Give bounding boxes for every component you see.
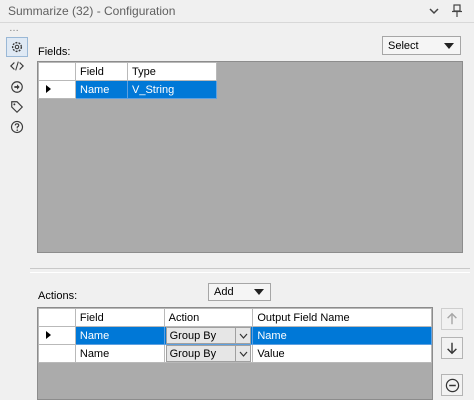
column-header-field[interactable]: Field (75, 62, 128, 81)
fields-table: Field Type Name V_String (38, 62, 217, 99)
action-combobox[interactable]: Group By (165, 345, 252, 362)
overflow-menu-dots[interactable]: … (9, 23, 20, 34)
row-pointer[interactable] (38, 326, 76, 345)
pin-icon[interactable] (449, 3, 465, 19)
sidebar-item-rename[interactable] (7, 78, 27, 96)
arrow-up-icon (447, 312, 457, 325)
sidebar-item-annotation[interactable] (7, 57, 27, 75)
row-header-corner (38, 62, 76, 81)
actions-label: Actions: (38, 290, 78, 302)
sidebar-item-tags[interactable] (7, 98, 27, 116)
table-row[interactable]: Name Group By Name (38, 326, 432, 345)
chevron-down-icon[interactable] (426, 3, 442, 19)
action-cell[interactable]: Group By (163, 326, 254, 345)
sidebar-item-help[interactable] (7, 118, 27, 136)
title-bar: Summarize (32) - Configuration (0, 0, 474, 23)
fields-header-row: Field Type (38, 62, 217, 81)
add-dropdown-label: Add (214, 286, 234, 298)
select-dropdown-label: Select (388, 40, 419, 52)
gear-icon (11, 41, 23, 53)
column-header-type[interactable]: Type (127, 62, 217, 81)
move-down-button[interactable] (441, 337, 463, 359)
actions-header-row: Field Action Output Field Name (38, 308, 432, 327)
dropdown-arrow-icon (254, 289, 264, 295)
column-header-field[interactable]: Field (74, 308, 165, 327)
actions-table: Field Action Output Field Name Name Grou… (38, 308, 432, 363)
chevron-down-icon[interactable] (235, 328, 250, 343)
row-pointer[interactable] (38, 80, 76, 99)
fields-grid[interactable]: Field Type Name V_String (37, 61, 463, 253)
action-value: Group By (169, 348, 217, 360)
table-row[interactable]: Name Group By Value (38, 344, 432, 363)
row-header-corner (38, 308, 76, 327)
tag-icon (11, 101, 24, 114)
table-row[interactable]: Name V_String (38, 80, 217, 99)
help-icon (10, 120, 24, 134)
row-pointer-icon (46, 84, 51, 93)
chevron-down-icon[interactable] (235, 346, 250, 361)
action-cell[interactable]: Group By (163, 344, 254, 363)
fields-label: Fields: (38, 46, 71, 58)
action-combobox[interactable]: Group By (165, 327, 252, 344)
type-cell[interactable]: V_String (127, 80, 217, 99)
select-dropdown[interactable]: Select (382, 36, 461, 55)
column-header-action[interactable]: Action (163, 308, 254, 327)
minus-circle-icon (445, 378, 459, 392)
arrow-down-icon (447, 342, 457, 355)
dropdown-arrow-icon (444, 43, 454, 49)
window-title: Summarize (32) - Configuration (8, 4, 176, 18)
rename-icon (11, 81, 23, 93)
column-header-output-field-name[interactable]: Output Field Name (252, 308, 432, 327)
move-up-button[interactable] (441, 308, 463, 330)
action-value: Group By (169, 330, 217, 342)
output-field-name-cell[interactable]: Name (252, 326, 432, 345)
row-pointer-icon (46, 330, 51, 339)
add-dropdown[interactable]: Add (208, 283, 271, 301)
actions-grid[interactable]: Field Action Output Field Name Name Grou… (37, 307, 433, 400)
row-header[interactable] (38, 344, 76, 363)
code-icon (10, 61, 24, 71)
panel-splitter[interactable] (30, 268, 470, 273)
remove-button[interactable] (441, 374, 463, 396)
field-cell[interactable]: Name (75, 80, 128, 99)
output-field-name-cell[interactable]: Value (252, 344, 432, 363)
field-cell[interactable]: Name (74, 326, 165, 345)
sidebar-item-configuration[interactable] (6, 37, 28, 57)
field-cell[interactable]: Name (74, 344, 165, 363)
